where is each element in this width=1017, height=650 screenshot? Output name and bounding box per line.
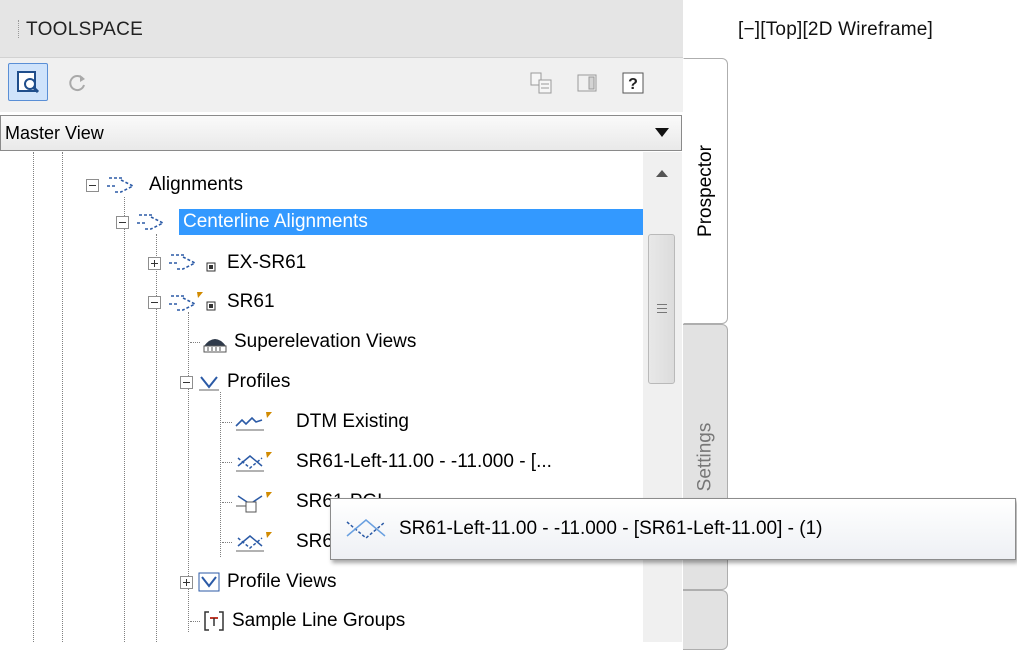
superelevation-views-icon (202, 330, 228, 354)
grip-icon (657, 304, 667, 305)
tree-guide-line (220, 392, 221, 557)
tree-guide-line (62, 152, 63, 642)
help-icon: ? (622, 72, 644, 94)
alignment-icon (165, 251, 221, 275)
item-view-icon (577, 74, 597, 92)
viewport-controls-label[interactable]: [−][Top][2D Wireframe] (738, 19, 933, 41)
offset-profile-icon (234, 530, 274, 554)
tree-item-profile-views[interactable]: Profile Views (180, 563, 336, 601)
scroll-up-arrow-icon[interactable] (656, 170, 668, 177)
tab-survey[interactable] (683, 590, 728, 650)
prospector-tree: Alignments Centerline Alignments EX-SR61 (0, 152, 683, 642)
expand-toggle[interactable] (148, 256, 161, 270)
tooltip-text: SR61-Left-11.00 - -11.000 - [SR61-Left-1… (399, 518, 823, 539)
view-selector-dropdown[interactable]: Master View (0, 115, 682, 151)
tree-item-ex-sr61[interactable]: EX-SR61 (148, 244, 306, 282)
drag-grip-icon[interactable] (18, 20, 20, 38)
tree-scrollbar[interactable] (643, 152, 682, 642)
view-selector-value: Master View (5, 122, 104, 143)
surface-profile-icon (234, 410, 274, 434)
tree-item-profiles[interactable]: Profiles (180, 363, 290, 401)
tree-item-alignments[interactable]: Alignments (86, 166, 243, 204)
tree-item-sample-line-groups[interactable]: Sample Line Groups (190, 602, 405, 640)
toolspace-title: TOOLSPACE (26, 19, 144, 40)
toolspace-titlebar[interactable]: TOOLSPACE (0, 0, 683, 58)
profile-views-icon (197, 571, 221, 593)
profiles-icon (197, 371, 221, 393)
chevron-down-icon[interactable] (655, 128, 669, 137)
sample-line-groups-icon (202, 609, 226, 633)
copy-settings-button[interactable] (526, 68, 556, 98)
collapse-toggle[interactable] (86, 178, 99, 192)
alignment-collection-icon (103, 174, 143, 196)
help-button[interactable]: ? (618, 68, 648, 98)
tree-item-centerline-alignments[interactable]: Centerline Alignments (116, 203, 645, 241)
tree-item-superelevation-views[interactable]: Superelevation Views (190, 323, 416, 361)
offset-profile-icon (346, 519, 386, 539)
scrollbar-thumb[interactable] (648, 234, 675, 384)
layout-profile-icon (234, 490, 274, 514)
tree-item-sr61[interactable]: SR61 (148, 283, 275, 321)
tree-guide-line (124, 197, 125, 642)
prospector-view-button[interactable] (8, 63, 48, 101)
item-view-button[interactable] (572, 68, 602, 98)
expand-toggle[interactable] (180, 575, 193, 589)
tree-item-sr61-left[interactable]: SR61-Left-11.00 - -11.000 - [... (222, 443, 552, 481)
refresh-icon (69, 75, 85, 92)
tree-item-tooltip: SR61-Left-11.00 - -11.000 - [SR61-Left-1… (330, 498, 1016, 560)
copy-settings-icon (530, 72, 552, 94)
prospector-view-icon (17, 71, 40, 94)
collapse-toggle[interactable] (116, 215, 129, 229)
offset-profile-icon (234, 450, 274, 474)
tree-item-dtm-existing[interactable]: DTM Existing (222, 403, 409, 441)
tab-prospector[interactable]: Prospector (683, 58, 728, 324)
alignment-out-of-date-icon (165, 290, 221, 314)
tree-guide-line (33, 152, 34, 642)
svg-text:?: ? (628, 76, 638, 93)
alignment-collection-icon (133, 211, 173, 233)
refresh-button[interactable] (60, 66, 94, 100)
collapse-toggle[interactable] (148, 295, 161, 309)
collapse-toggle[interactable] (180, 375, 193, 389)
toolspace-toolbar: ? (0, 58, 683, 112)
